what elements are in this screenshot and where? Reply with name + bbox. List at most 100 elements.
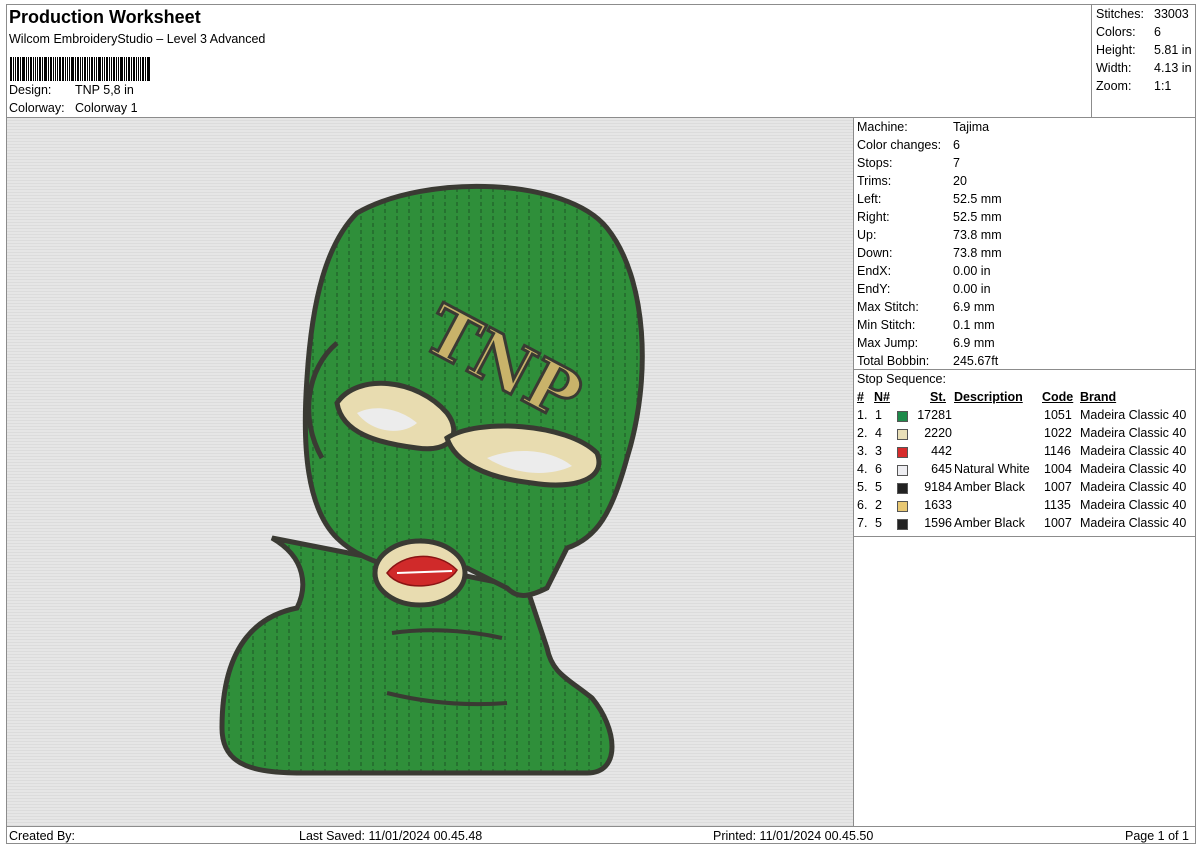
property-key: EndX: (857, 264, 892, 278)
stop-code: 1146 (1044, 444, 1071, 458)
summary-value: 4.13 in (1154, 61, 1192, 75)
property-value: 73.8 mm (953, 246, 1002, 260)
design-value: TNP 5,8 in (75, 83, 134, 97)
page-number: Page 1 of 1 (1125, 829, 1189, 843)
property-row: Total Bobbin: 245.67ft (857, 354, 998, 368)
col-needle: N# (874, 390, 890, 404)
color-swatch (897, 519, 908, 530)
stop-row: 5. 5 9184 Amber Black 1007 Madeira Classic 40 (854, 480, 1196, 498)
page-title: Production Worksheet (9, 7, 201, 27)
property-key: Machine: (857, 120, 908, 134)
stop-num: 2. (857, 426, 868, 440)
property-value: 6.9 mm (953, 336, 995, 350)
stop-code: 1022 (1044, 426, 1072, 440)
stop-row: 3. 3 442 1146 Madeira Classic 40 (854, 444, 1196, 462)
stop-row: 1. 1 17281 1051 Madeira Classic 40 (854, 408, 1196, 426)
stop-code: 1004 (1044, 462, 1072, 476)
stop-needle: 4 (875, 426, 882, 440)
property-value: Tajima (953, 120, 990, 134)
property-row: Right: 52.5 mm (857, 210, 1002, 224)
stop-code: 1007 (1044, 516, 1072, 530)
color-swatch (897, 411, 908, 422)
col-stitches: St. (930, 390, 946, 404)
color-swatch (897, 483, 908, 494)
property-row: Down: 73.8 mm (857, 246, 1002, 260)
stop-needle: 5 (875, 480, 882, 494)
property-row: EndX: 0.00 in (857, 264, 991, 278)
color-swatch (897, 447, 908, 458)
stop-description: Amber Black (954, 516, 1025, 530)
summary-key: Height: (1096, 43, 1136, 57)
property-row: Stops: 7 (857, 156, 960, 170)
stop-needle: 6 (875, 462, 882, 476)
colorway-value: Colorway 1 (75, 101, 138, 115)
property-row: Max Stitch: 6.9 mm (857, 300, 995, 314)
stop-stitches: 1596 (924, 516, 952, 530)
stop-row: 2. 4 2220 1022 Madeira Classic 40 (854, 426, 1196, 444)
stop-needle: 5 (875, 516, 882, 530)
col-code: Code (1042, 390, 1074, 404)
stop-stitches: 442 (931, 444, 952, 458)
stop-stitches: 17281 (917, 408, 952, 422)
summary-value: 33003 (1154, 7, 1189, 21)
stop-brand: Madeira Classic 40 (1080, 426, 1187, 440)
last-saved: Last Saved: 11/01/2024 00.45.48 (299, 829, 483, 843)
property-value: 73.8 mm (953, 228, 1002, 242)
property-row: Left: 52.5 mm (857, 192, 1002, 206)
stop-row: 4. 6 645 Natural White 1004 Madeira Classic 4… (854, 462, 1196, 480)
property-key: Stops: (857, 156, 893, 170)
property-row: Min Stitch: 0.1 mm (857, 318, 995, 332)
property-value: 245.67ft (953, 354, 999, 368)
footer: Created By: Last Saved: 11/01/2024 00.45… (7, 826, 1196, 844)
summary-value: 1:1 (1154, 79, 1172, 93)
embroidery-design-image: TNP (219, 183, 645, 776)
property-row: Max Jump: 6.9 mm (857, 336, 995, 350)
property-value: 20 (953, 174, 967, 188)
property-key: Min Stitch: (857, 318, 916, 332)
stop-brand: Madeira Classic 40 (1080, 498, 1187, 512)
stop-stitches: 1633 (924, 498, 952, 512)
property-row: Up: 73.8 mm (857, 228, 1002, 242)
stop-description: Natural White (954, 462, 1030, 476)
stop-code: 1135 (1044, 498, 1071, 512)
colorway-label: Colorway: (9, 101, 65, 115)
divider (854, 369, 1196, 370)
stop-stitches: 2220 (924, 426, 952, 440)
stop-brand: Madeira Classic 40 (1080, 444, 1187, 458)
stop-num: 4. (857, 462, 868, 476)
summary-row: Height: 5.81 in (1096, 43, 1192, 57)
property-row: EndY: 0.00 in (857, 282, 991, 296)
stop-num: 7. (857, 516, 868, 530)
stop-brand: Madeira Classic 40 (1080, 480, 1187, 494)
summary-row: Zoom: 1:1 (1096, 79, 1171, 93)
color-swatch (897, 429, 908, 440)
app-name: Wilcom EmbroideryStudio – Level 3 Advanc… (9, 32, 266, 46)
col-brand: Brand (1080, 390, 1117, 404)
property-value: 0.00 in (953, 264, 991, 278)
stop-brand: Madeira Classic 40 (1080, 462, 1187, 476)
design-preview: TNP (7, 118, 854, 826)
summary-key: Width: (1096, 61, 1132, 75)
barcode (10, 51, 180, 81)
design-label: Design: (9, 83, 52, 97)
property-value: 52.5 mm (953, 210, 1002, 224)
col-num: # (857, 390, 864, 404)
property-value: 6.9 mm (953, 300, 995, 314)
property-key: EndY: (857, 282, 891, 296)
stop-stitches: 9184 (924, 480, 952, 494)
property-key: Down: (857, 246, 893, 260)
property-key: Trims: (857, 174, 892, 188)
stop-brand: Madeira Classic 40 (1080, 408, 1187, 422)
divider (854, 536, 1196, 537)
summary-row: Width: 4.13 in (1096, 61, 1192, 75)
color-swatch (897, 501, 908, 512)
property-key: Left: (857, 192, 882, 206)
stop-brand: Madeira Classic 40 (1080, 516, 1187, 530)
property-value: 7 (953, 156, 960, 170)
property-row: Color changes: 6 (857, 138, 960, 152)
summary-key: Zoom: (1096, 79, 1132, 93)
stop-code: 1007 (1044, 480, 1072, 494)
property-value: 6 (953, 138, 960, 152)
summary-box: Stitches: 33003 Colors: 6 Height: 5.81 in W… (1091, 5, 1196, 118)
summary-key: Colors: (1096, 25, 1136, 39)
